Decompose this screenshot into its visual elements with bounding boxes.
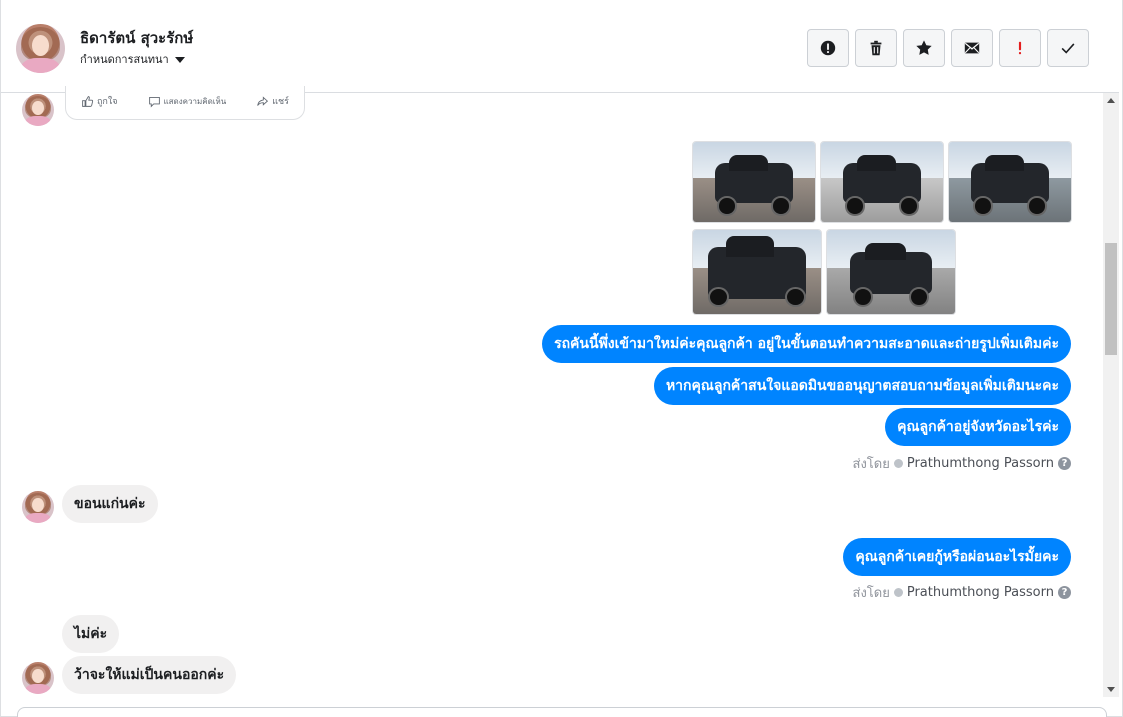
share-icon (257, 95, 269, 106)
sender-name[interactable]: Prathumthong Passorn (907, 585, 1054, 600)
help-icon[interactable]: ? (1058, 457, 1071, 470)
shared-post-card[interactable]: ถูกใจ แสดงความคิดเห็น แชร์ (65, 86, 305, 120)
contact-avatar[interactable] (16, 24, 65, 73)
assign-conversation-label: กำหนดการสนทนา (80, 53, 169, 66)
incoming-message[interactable]: ว้าจะให้แม่เป็นคนออกค่ะ (62, 656, 237, 694)
scroll-thumb[interactable] (1105, 243, 1117, 355)
envelope-icon (964, 42, 980, 54)
contact-avatar-small[interactable] (22, 662, 54, 694)
message-scrollbar[interactable] (1103, 93, 1119, 697)
exclamation-icon (1018, 41, 1022, 55)
help-icon[interactable]: ? (1058, 586, 1071, 599)
trash-icon (870, 40, 882, 56)
report-spam-button[interactable] (807, 29, 849, 67)
outgoing-message[interactable]: รถคันนี้พึ่งเข้ามาใหม่ค่ะคุณลูกค้า อยู่ใ… (542, 325, 1071, 363)
comment-icon (148, 96, 160, 107)
sender-name[interactable]: Prathumthong Passorn (907, 456, 1054, 471)
share-action[interactable]: แชร์ (256, 94, 289, 108)
incoming-message[interactable]: ขอนแก่นค่ะ (62, 485, 158, 523)
sent-by-label: ส่งโดย (852, 586, 890, 601)
scroll-down-icon[interactable] (1107, 687, 1115, 692)
contact-avatar-small[interactable] (22, 491, 54, 523)
incoming-message[interactable]: ไม่ค่ะ (62, 615, 120, 653)
thumbs-up-icon (82, 95, 94, 107)
car-photo[interactable] (820, 141, 944, 223)
message-composer[interactable] (17, 707, 1107, 717)
caret-down-icon (174, 56, 185, 63)
alert-circle-icon (820, 40, 836, 56)
like-label: ถูกใจ (96, 97, 118, 107)
car-photo[interactable] (692, 141, 816, 223)
comment-action[interactable]: แสดงความคิดเห็น (148, 95, 227, 108)
page-dot-icon (893, 588, 903, 597)
conversation-panel: ธิดารัตน์ สุวะรักษ์ กำหนดการสนทนา ถูกใจ … (0, 0, 1123, 717)
conversation-header: ธิดารัตน์ สุวะรักษ์ กำหนดการสนทนา (1, 0, 1119, 93)
car-photo[interactable] (826, 229, 956, 315)
star-icon (916, 40, 932, 55)
outgoing-message[interactable]: หากคุณลูกค้าสนใจแอดมินขออนุญาตสอบถามข้อม… (653, 367, 1071, 405)
sent-by-label: ส่งโดย (852, 457, 890, 472)
contact-name[interactable]: ธิดารัตน์ สุวะรักษ์ (80, 26, 193, 50)
assign-conversation-dropdown[interactable]: กำหนดการสนทนา (80, 50, 185, 68)
check-icon (1061, 43, 1075, 54)
scroll-up-icon[interactable] (1107, 98, 1115, 103)
comment-label: แสดงความคิดเห็น (163, 96, 227, 106)
mark-unread-button[interactable] (951, 29, 993, 67)
share-label: แชร์ (272, 97, 289, 107)
follow-up-button[interactable] (999, 29, 1041, 67)
contact-avatar-small[interactable] (22, 94, 54, 126)
outgoing-message[interactable]: คุณลูกค้าอยู่จังหวัดอะไรค่ะ (885, 408, 1071, 446)
outgoing-message[interactable]: คุณลูกค้าเคยกู้หรือผ่อนอะไรมั้ยคะ (843, 538, 1071, 576)
like-action[interactable]: ถูกใจ (81, 94, 118, 108)
conversation-toolbar (807, 29, 1089, 67)
delete-button[interactable] (855, 29, 897, 67)
mark-done-button[interactable] (1047, 29, 1089, 67)
star-button[interactable] (903, 29, 945, 67)
page-dot-icon (893, 459, 903, 468)
car-photo[interactable] (948, 141, 1072, 223)
sent-by-info: ส่งโดย Prathumthong Passorn ? (853, 582, 1071, 603)
post-actions: ถูกใจ แสดงความคิดเห็น แชร์ (66, 86, 304, 116)
car-photo[interactable] (692, 229, 822, 315)
sent-by-info: ส่งโดย Prathumthong Passorn ? (853, 453, 1071, 474)
